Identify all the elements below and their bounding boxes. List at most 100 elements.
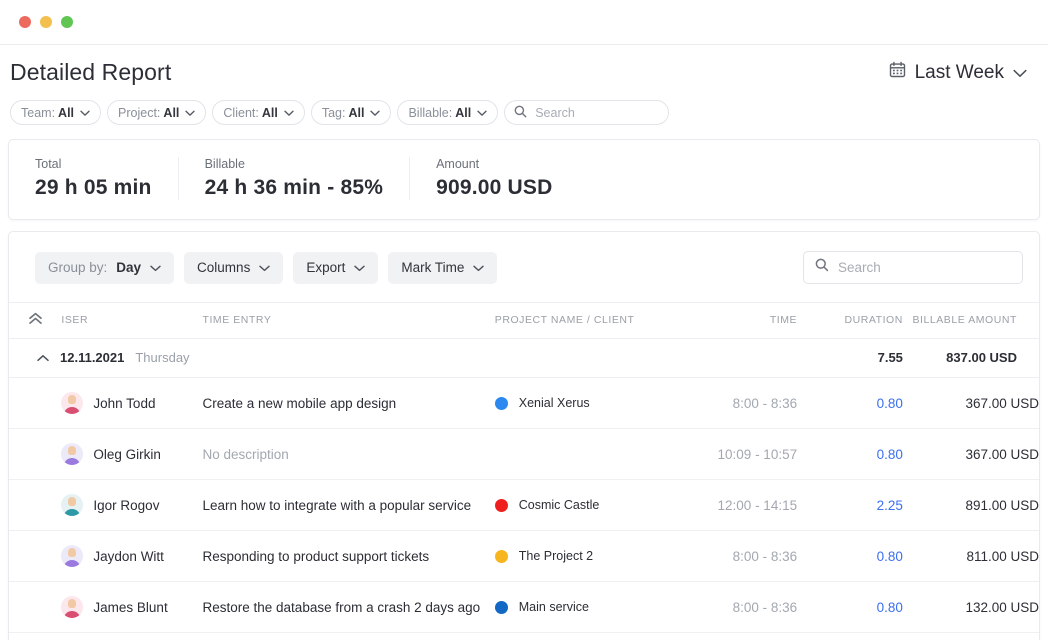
date-group-left: 12.11.2021 Thursday bbox=[9, 338, 697, 378]
row-project-cell: Xenial Xerus bbox=[494, 377, 697, 429]
date-group-time-spacer bbox=[696, 632, 798, 640]
group-by-label: Group by: bbox=[48, 260, 108, 275]
column-header-duration[interactable]: DURATION bbox=[797, 302, 903, 339]
table-header-row: ISER TIME ENTRY PROJECT NAME / CLIENT TI… bbox=[9, 302, 1039, 339]
summary-total-value: 29 h 05 min bbox=[35, 176, 152, 199]
table-head: ISER TIME ENTRY PROJECT NAME / CLIENT TI… bbox=[9, 302, 1039, 339]
date-range-picker[interactable]: Last Week bbox=[889, 58, 1038, 84]
column-header-time-entry[interactable]: TIME ENTRY bbox=[202, 302, 495, 339]
export-label: Export bbox=[306, 260, 346, 275]
report-table: ISER TIME ENTRY PROJECT NAME / CLIENT TI… bbox=[9, 302, 1039, 640]
date-group-header[interactable]: 13.11.2021 Friday bbox=[9, 632, 1039, 640]
table-search-input[interactable]: Search bbox=[803, 251, 1023, 284]
filter-project[interactable]: Project: All bbox=[107, 100, 207, 125]
date-group-header[interactable]: 12.11.2021 Thursday 7.55 837.00 USD bbox=[9, 338, 1039, 378]
filter-billable-value: All bbox=[455, 105, 472, 120]
avatar bbox=[61, 443, 84, 465]
row-duration[interactable]: 0.80 bbox=[797, 581, 903, 633]
column-header-project[interactable]: PROJECT NAME / CLIENT bbox=[494, 302, 697, 339]
columns-label: Columns bbox=[197, 260, 251, 275]
table-row[interactable]: John Todd Create a new mobile app design… bbox=[9, 377, 1039, 429]
chevron-down-icon bbox=[477, 106, 487, 120]
chevron-down-icon bbox=[80, 106, 90, 120]
row-duration[interactable]: 0.80 bbox=[797, 377, 903, 429]
row-duration[interactable]: 0.80 bbox=[797, 428, 903, 480]
date-group-date: 12.11.2021 bbox=[60, 350, 125, 365]
table-row[interactable]: Jaydon Witt Responding to product suppor… bbox=[9, 530, 1039, 582]
filter-bar: Team: All Project: All Client: All Tag: … bbox=[8, 86, 1040, 125]
row-entry-text[interactable]: No description bbox=[203, 447, 289, 462]
table-scroll-body: ISER TIME ENTRY PROJECT NAME / CLIENT TI… bbox=[9, 302, 1039, 640]
chevron-up-icon[interactable] bbox=[37, 350, 49, 365]
row-entry-text[interactable]: Learn how to integrate with a popular se… bbox=[203, 498, 472, 513]
filter-billable-label: Billable: bbox=[408, 105, 453, 120]
column-header-user[interactable]: ISER bbox=[61, 302, 203, 339]
summary-card: Total 29 h 05 min Billable 24 h 36 min -… bbox=[8, 139, 1040, 220]
row-entry-text[interactable]: Restore the database from a crash 2 days… bbox=[203, 600, 481, 615]
row-time: 8:00 - 8:36 bbox=[696, 377, 798, 429]
mark-time-button[interactable]: Mark Time bbox=[388, 251, 498, 284]
table-row[interactable]: Oleg Girkin No description 10:09 - 10:57… bbox=[9, 428, 1039, 480]
summary-total: Total 29 h 05 min bbox=[9, 157, 178, 200]
row-entry-text[interactable]: Responding to product support tickets bbox=[203, 549, 430, 564]
collapse-all-header bbox=[9, 302, 62, 339]
row-project-name[interactable]: Main service bbox=[519, 600, 589, 614]
chevron-down-icon bbox=[150, 260, 161, 275]
summary-billable-value: 24 h 36 min - 85% bbox=[204, 176, 384, 199]
minimize-window-button[interactable] bbox=[40, 16, 52, 28]
row-user-name: Jaydon Witt bbox=[93, 548, 164, 564]
table-row[interactable]: James Blunt Restore the database from a … bbox=[9, 581, 1039, 633]
table-body: 12.11.2021 Thursday 7.55 837.00 USD John… bbox=[9, 338, 1039, 640]
page-header: Detailed Report Last Week bbox=[8, 45, 1040, 86]
row-entry-text[interactable]: Create a new mobile app design bbox=[203, 396, 397, 411]
project-color-dot bbox=[494, 549, 508, 563]
columns-button[interactable]: Columns bbox=[184, 251, 284, 284]
row-entry-cell: Restore the database from a crash 2 days… bbox=[202, 581, 495, 633]
report-table-card: Group by: Day Columns Export Mark Time S… bbox=[8, 231, 1040, 640]
date-group-duration-total: 7.55 bbox=[797, 338, 903, 378]
summary-amount: Amount 909.00 USD bbox=[409, 157, 578, 200]
row-billable-amount: 367.00 USD bbox=[902, 377, 1039, 429]
filter-search-input[interactable]: Search bbox=[504, 100, 670, 125]
maximize-window-button[interactable] bbox=[61, 16, 73, 28]
window-titlebar bbox=[0, 0, 1048, 45]
row-entry-cell: Learn how to integrate with a popular se… bbox=[202, 479, 495, 531]
filter-client[interactable]: Client: All bbox=[212, 100, 305, 125]
row-user-name: Oleg Girkin bbox=[93, 446, 161, 462]
row-entry-cell: Create a new mobile app design bbox=[202, 377, 495, 429]
row-user-cell: Oleg Girkin bbox=[61, 428, 203, 480]
group-by-button[interactable]: Group by: Day bbox=[35, 251, 175, 284]
row-duration[interactable]: 2.25 bbox=[797, 479, 903, 531]
table-toolbar-buttons: Group by: Day Columns Export Mark Time bbox=[35, 251, 498, 284]
mark-time-label: Mark Time bbox=[401, 260, 465, 275]
column-header-time[interactable]: TIME bbox=[696, 302, 798, 339]
filter-tag-value: All bbox=[348, 105, 365, 120]
summary-billable-label: Billable bbox=[204, 157, 245, 171]
row-project-name[interactable]: Xenial Xerus bbox=[519, 396, 590, 410]
row-user-cell: Jaydon Witt bbox=[61, 530, 203, 582]
summary-billable: Billable 24 h 36 min - 85% bbox=[177, 157, 409, 200]
calendar-icon bbox=[889, 61, 906, 84]
row-project-cell: The Project 2 bbox=[494, 530, 697, 582]
double-chevron-up-icon[interactable] bbox=[28, 312, 43, 325]
row-user-cell: John Todd bbox=[61, 377, 203, 429]
export-button[interactable]: Export bbox=[293, 251, 379, 284]
filter-team-value: All bbox=[58, 105, 75, 120]
row-entry-cell: Responding to product support tickets bbox=[202, 530, 495, 582]
chevron-down-icon bbox=[473, 260, 485, 275]
filter-tag[interactable]: Tag: All bbox=[310, 100, 392, 125]
row-select-cell bbox=[9, 428, 62, 480]
row-user-name: James Blunt bbox=[93, 599, 168, 615]
filter-billable[interactable]: Billable: All bbox=[397, 100, 499, 125]
table-search-placeholder: Search bbox=[838, 260, 881, 275]
row-duration[interactable]: 0.80 bbox=[797, 530, 903, 582]
filter-team-label: Team: bbox=[21, 105, 56, 120]
table-row[interactable]: Igor Rogov Learn how to integrate with a… bbox=[9, 479, 1039, 531]
row-project-name[interactable]: The Project 2 bbox=[519, 549, 593, 563]
close-window-button[interactable] bbox=[19, 16, 31, 28]
filter-team[interactable]: Team: All bbox=[10, 100, 102, 125]
column-header-billable-amount[interactable]: BILLABLE AMOUNT bbox=[902, 302, 1039, 339]
row-project-name[interactable]: Cosmic Castle bbox=[519, 498, 600, 512]
avatar bbox=[61, 494, 84, 516]
filter-client-value: All bbox=[261, 105, 278, 120]
